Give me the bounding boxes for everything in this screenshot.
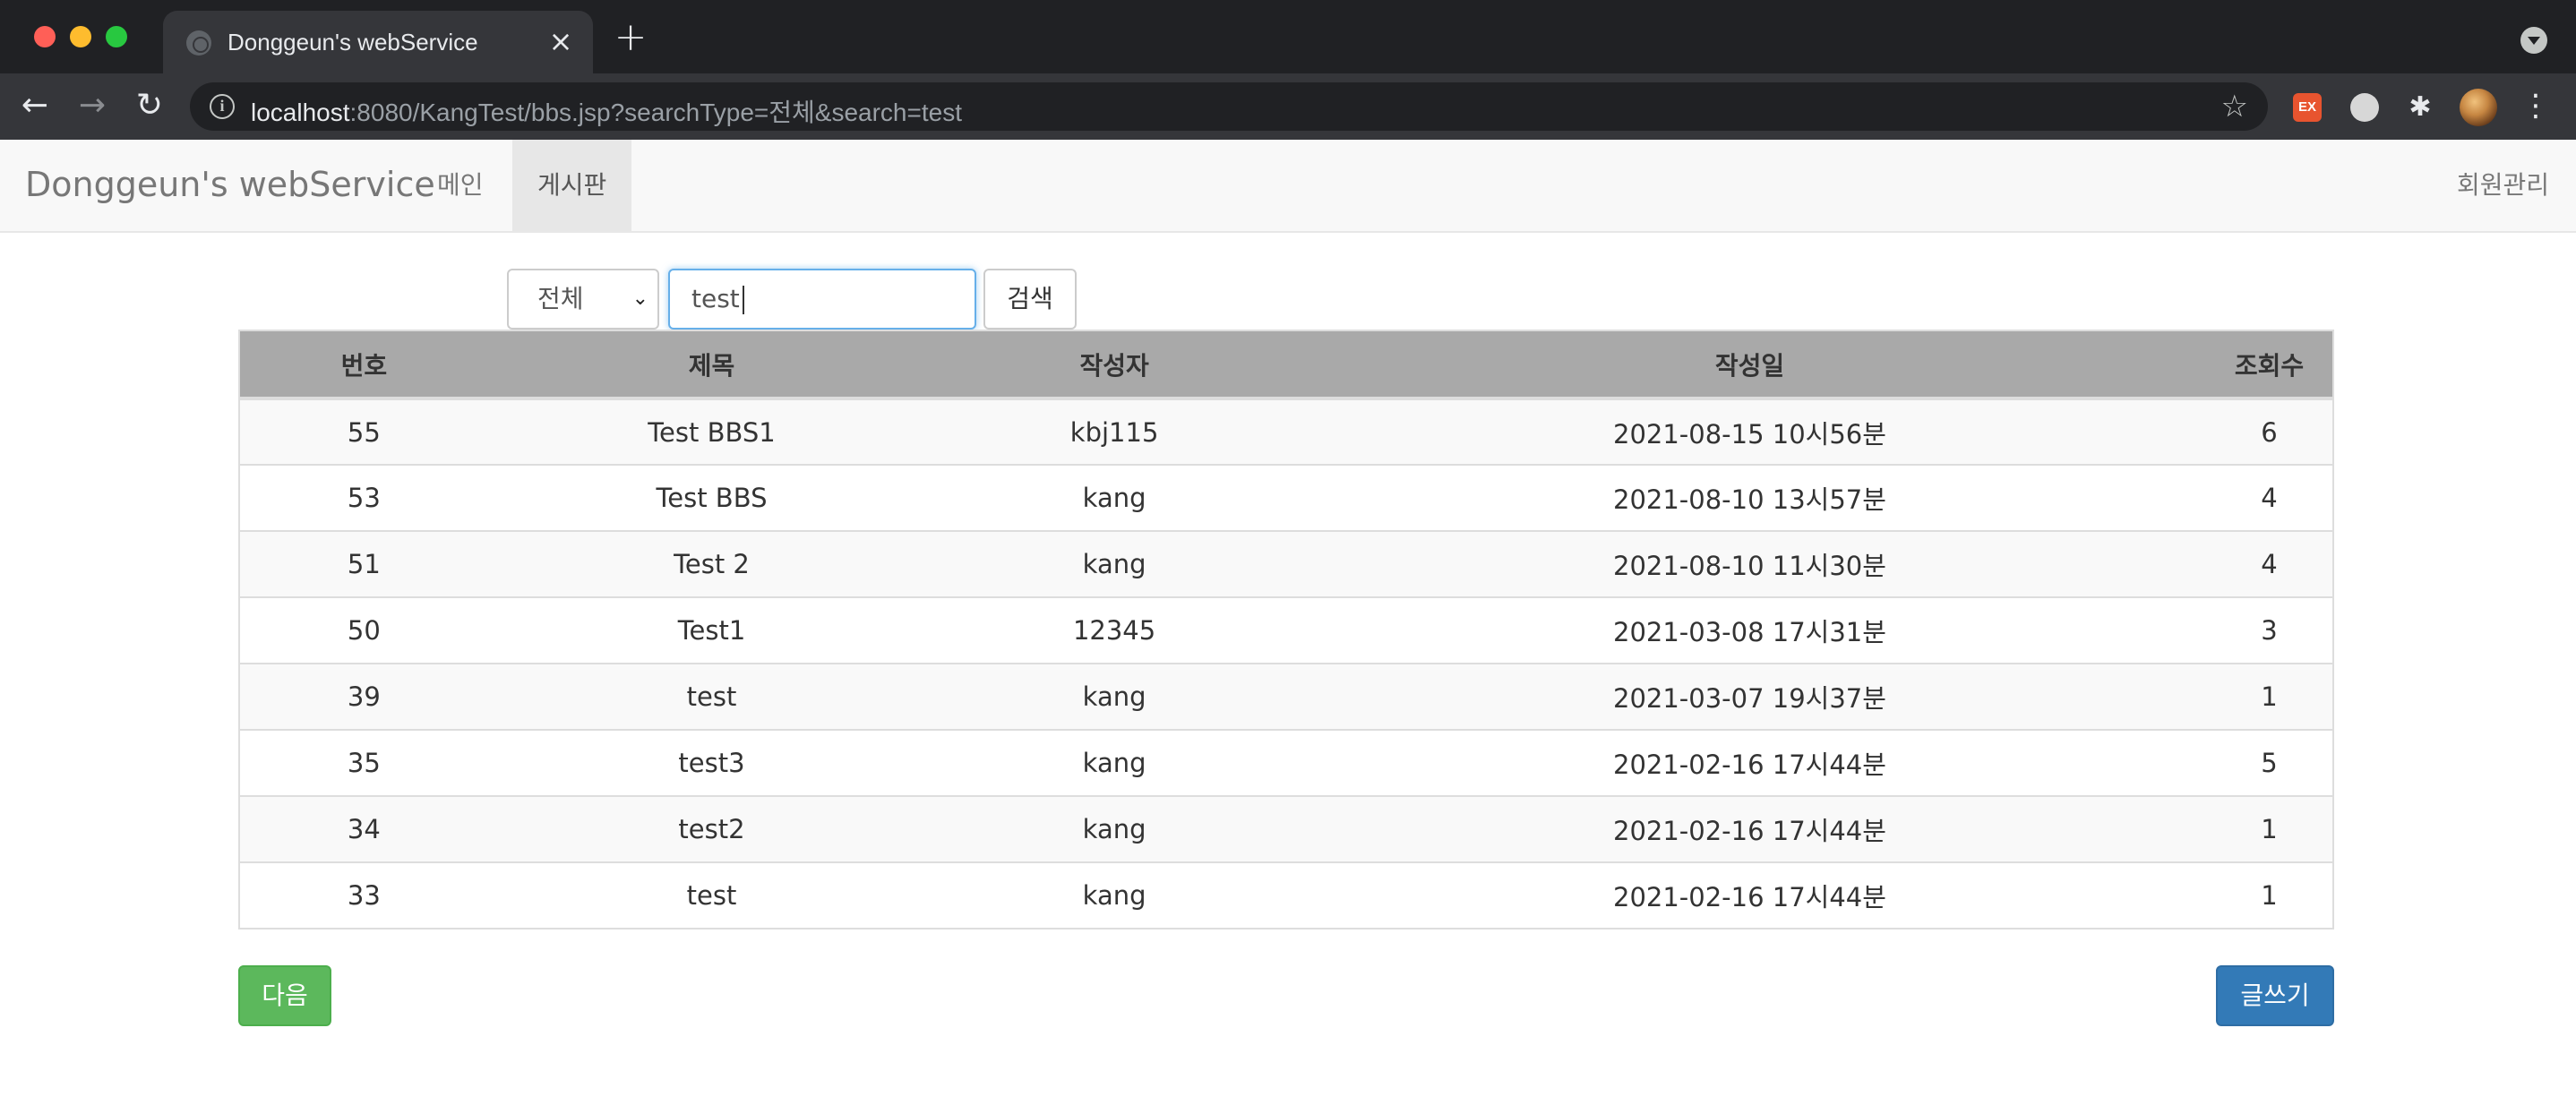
url-path: :8080/KangTest/bbs.jsp?searchType=전체&sea…	[349, 99, 962, 126]
table-row: 51 Test 2 kang 2021-08-10 11시30분 4	[239, 530, 2333, 597]
table-row: 50 Test1 12345 2021-03-08 17시31분 3	[239, 596, 2333, 664]
extensions-puzzle-icon[interactable]: ✱	[2406, 93, 2434, 122]
extension-ex-icon[interactable]: EX	[2293, 93, 2322, 122]
nav-item-board[interactable]: 게시판	[512, 140, 632, 231]
cell-date: 2021-08-15 10시56분	[1292, 398, 2207, 465]
cell-title-link[interactable]: test	[487, 861, 936, 929]
cell-date: 2021-08-10 13시57분	[1292, 464, 2207, 531]
cell-number: 35	[239, 729, 488, 796]
cell-date: 2021-08-10 11시30분	[1292, 530, 2207, 597]
cell-number: 50	[239, 596, 488, 664]
cell-number: 51	[239, 530, 488, 597]
header-date: 작성일	[1292, 330, 2207, 400]
profile-avatar[interactable]	[2460, 89, 2497, 126]
header-author: 작성자	[935, 330, 1293, 400]
tab-title: Donggeun's webService	[228, 29, 478, 56]
cell-views: 5	[2206, 729, 2333, 796]
globe-icon	[186, 30, 211, 56]
browser-tabstrip: Donggeun's webService × +	[0, 0, 2576, 73]
search-input-value: test	[691, 284, 740, 313]
cell-views: 1	[2206, 795, 2333, 862]
cell-number: 53	[239, 464, 488, 531]
header-title: 제목	[487, 330, 936, 400]
address-bar[interactable]: i localhost:8080/KangTest/bbs.jsp?search…	[190, 82, 2268, 131]
chevron-down-icon: ⌄	[631, 287, 648, 310]
cell-title-link[interactable]: Test BBS1	[487, 398, 936, 465]
site-navbar: Donggeun's webService 메인 게시판 회원관리	[0, 140, 2576, 233]
cell-number: 39	[239, 663, 488, 730]
cell-author: kang	[935, 729, 1293, 796]
cell-author: kang	[935, 464, 1293, 531]
tab-search-chevron-icon[interactable]	[2520, 27, 2547, 54]
browser-tab[interactable]: Donggeun's webService ×	[163, 11, 593, 73]
browser-menu-dots-icon[interactable]: ⋮	[2520, 88, 2551, 127]
cell-title-link[interactable]: Test1	[487, 596, 936, 664]
window-minimize-button[interactable]	[70, 26, 91, 47]
cell-number: 55	[239, 398, 488, 465]
bookmark-star-icon[interactable]: ☆	[2221, 90, 2248, 124]
table-row: 33 test kang 2021-02-16 17시44분 1	[239, 861, 2333, 929]
cell-date: 2021-03-07 19시37분	[1292, 663, 2207, 730]
site-brand[interactable]: Donggeun's webService	[25, 165, 435, 204]
table-row: 35 test3 kang 2021-02-16 17시44분 5	[239, 729, 2333, 796]
extension-round-icon[interactable]	[2350, 93, 2379, 122]
cell-author: kang	[935, 861, 1293, 929]
table-row: 53 Test BBS kang 2021-08-10 13시57분 4	[239, 464, 2333, 531]
cell-title-link[interactable]: test	[487, 663, 936, 730]
text-caret	[742, 286, 744, 314]
new-tab-plus-icon[interactable]: +	[611, 18, 650, 59]
cell-author: kang	[935, 663, 1293, 730]
cell-number: 33	[239, 861, 488, 929]
cell-title-link[interactable]: test2	[487, 795, 936, 862]
tab-close-icon[interactable]: ×	[541, 21, 580, 61]
cell-author: kang	[935, 530, 1293, 597]
board-table: 번호 제목 작성자 작성일 조회수 55 Test BBS1 kbj115 20…	[238, 330, 2334, 929]
table-row: 55 Test BBS1 kbj115 2021-08-15 10시56분 6	[239, 398, 2333, 465]
next-page-button[interactable]: 다음	[238, 965, 331, 1026]
cell-views: 4	[2206, 530, 2333, 597]
table-row: 34 test2 kang 2021-02-16 17시44분 1	[239, 795, 2333, 862]
cell-date: 2021-03-08 17시31분	[1292, 596, 2207, 664]
cell-author: 12345	[935, 596, 1293, 664]
write-post-button[interactable]: 글쓰기	[2216, 965, 2334, 1026]
window-zoom-button[interactable]	[106, 26, 127, 47]
cell-number: 34	[239, 795, 488, 862]
url-host: localhost	[251, 99, 350, 126]
nav-item-member-management[interactable]: 회원관리	[2432, 140, 2576, 231]
cell-title-link[interactable]: Test BBS	[487, 464, 936, 531]
cell-views: 3	[2206, 596, 2333, 664]
forward-arrow-icon[interactable]: →	[72, 86, 113, 127]
info-icon[interactable]: i	[210, 94, 235, 119]
cell-views: 6	[2206, 398, 2333, 465]
header-views: 조회수	[2206, 330, 2333, 400]
cell-title-link[interactable]: test3	[487, 729, 936, 796]
header-number: 번호	[239, 330, 488, 400]
search-type-value: 전체	[537, 284, 584, 313]
nav-item-main[interactable]: 메인	[412, 140, 509, 231]
cell-date: 2021-02-16 17시44분	[1292, 795, 2207, 862]
search-button[interactable]: 검색	[983, 269, 1077, 330]
url-text[interactable]: localhost:8080/KangTest/bbs.jsp?searchTy…	[251, 93, 962, 129]
browser-toolbar: ← → ↻ i localhost:8080/KangTest/bbs.jsp?…	[0, 73, 2576, 140]
search-input[interactable]: test	[668, 269, 976, 330]
cell-views: 4	[2206, 464, 2333, 531]
cell-date: 2021-02-16 17시44분	[1292, 729, 2207, 796]
window-close-button[interactable]	[34, 26, 56, 47]
table-row: 39 test kang 2021-03-07 19시37분 1	[239, 663, 2333, 730]
cell-views: 1	[2206, 663, 2333, 730]
cell-title-link[interactable]: Test 2	[487, 530, 936, 597]
cell-views: 1	[2206, 861, 2333, 929]
search-type-select[interactable]: 전체 ⌄	[507, 269, 659, 330]
back-arrow-icon[interactable]: ←	[14, 86, 56, 127]
cell-author: kang	[935, 795, 1293, 862]
reload-icon[interactable]: ↻	[129, 86, 170, 127]
cell-author: kbj115	[935, 398, 1293, 465]
table-header-row: 번호 제목 작성자 작성일 조회수	[239, 330, 2333, 400]
cell-date: 2021-02-16 17시44분	[1292, 861, 2207, 929]
